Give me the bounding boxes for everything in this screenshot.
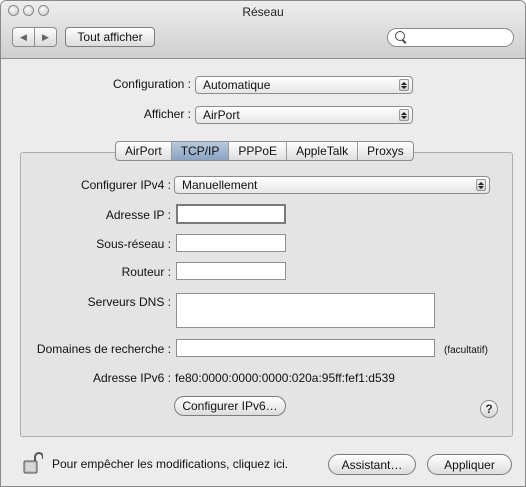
back-forward-control: ◀ ▶ [12,27,57,47]
ip-address-field[interactable] [176,204,286,224]
lock-icon[interactable] [23,451,43,475]
assistant-button[interactable]: Assistant… [328,454,416,475]
tab-bar: AirPort TCP/IP PPPoE AppleTalk Proxys [115,141,414,161]
help-button[interactable]: ? [480,400,498,418]
subnet-label: Sous-réseau : [96,237,171,251]
tab-proxys[interactable]: Proxys [357,142,413,160]
configuration-label: Configuration : [112,77,191,91]
tab-appletalk[interactable]: AppleTalk [286,142,357,160]
ipv6-address-label: Adresse IPv6 : [92,371,171,385]
show-popup[interactable]: AirPort [195,106,413,124]
lock-text: Pour empêcher les modifications, cliquez… [52,457,289,471]
dns-servers-label: Serveurs DNS : [87,295,171,309]
popup-arrows-icon [476,179,486,191]
dns-servers-field[interactable] [176,293,435,328]
configure-ipv4-popup[interactable]: Manuellement [174,176,490,194]
show-all-button[interactable]: Tout afficher [65,27,155,47]
search-icon [395,31,405,41]
configure-ipv4-label: Configurer IPv4 : [80,178,171,192]
show-value: AirPort [203,108,240,122]
forward-arrow-icon[interactable]: ▶ [34,28,56,46]
router-field[interactable] [176,262,286,280]
search-domains-label: Domaines de recherche : [36,342,171,356]
apply-button[interactable]: Appliquer [427,454,512,475]
title-bar: Réseau ◀ ▶ Tout afficher [1,1,525,59]
tab-airport[interactable]: AirPort [116,142,171,160]
search-domains-field[interactable] [176,339,435,357]
network-preferences-window: Réseau ◀ ▶ Tout afficher Configuration :… [0,0,526,487]
popup-arrows-icon [399,109,409,121]
subnet-field[interactable] [176,234,286,252]
search-field[interactable] [387,28,514,47]
popup-arrows-icon [399,79,409,91]
configure-ipv6-button[interactable]: Configurer IPv6… [174,396,286,416]
tab-pppoe[interactable]: PPPoE [228,142,286,160]
configuration-value: Automatique [203,78,271,92]
ip-address-label: Adresse IP : [105,208,171,222]
show-label: Afficher : [143,107,191,121]
ipv6-address-value: fe80:0000:0000:0000:020a:95ff:fef1:d539 [175,371,395,385]
optional-label: (facultatif) [444,345,488,356]
tab-tcpip[interactable]: TCP/IP [170,142,229,160]
back-arrow-icon[interactable]: ◀ [13,28,34,46]
configuration-popup[interactable]: Automatique [195,76,413,94]
configure-ipv4-value: Manuellement [182,178,258,192]
router-label: Routeur : [121,265,171,279]
window-title: Réseau [242,5,284,19]
